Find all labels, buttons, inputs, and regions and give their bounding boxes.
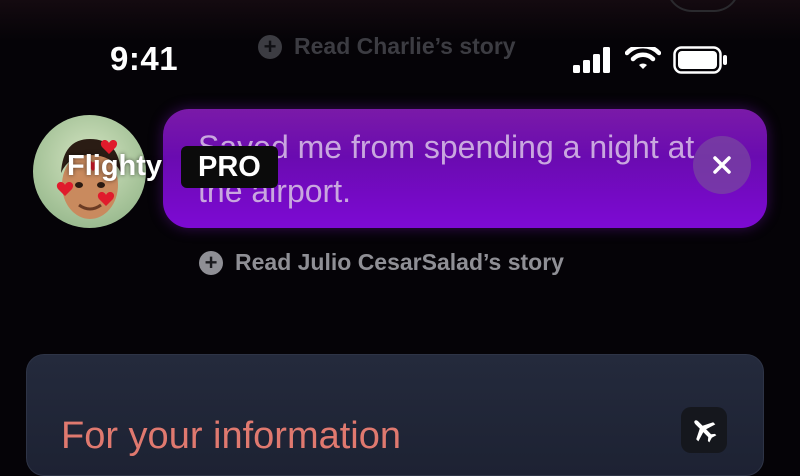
- status-bar-icons: [573, 46, 729, 74]
- close-button[interactable]: [693, 136, 751, 194]
- status-bar-time: 9:41: [110, 40, 179, 77]
- brand-name: Flighty: [67, 150, 163, 182]
- info-card[interactable]: For your information: [26, 354, 764, 476]
- read-story-label: Read Julio CesarSalad’s story: [235, 249, 564, 275]
- plus-circle-icon: +: [199, 250, 223, 275]
- read-previous-story-link[interactable]: + Read Charlie’s story: [258, 33, 516, 60]
- read-story-link[interactable]: + Read Julio CesarSalad’s story: [199, 249, 564, 276]
- wifi-icon: [625, 47, 661, 69]
- info-card-title: For your information: [61, 415, 402, 457]
- signal-icon: [573, 47, 610, 73]
- plus-circle-icon: +: [258, 34, 282, 59]
- close-icon: [713, 156, 731, 174]
- airplane-icon: [694, 420, 717, 443]
- battery-icon: [673, 46, 727, 74]
- pro-badge: PRO: [181, 146, 278, 188]
- info-card-icon-tile: [681, 407, 727, 453]
- read-previous-story-label: Read Charlie’s story: [294, 33, 516, 59]
